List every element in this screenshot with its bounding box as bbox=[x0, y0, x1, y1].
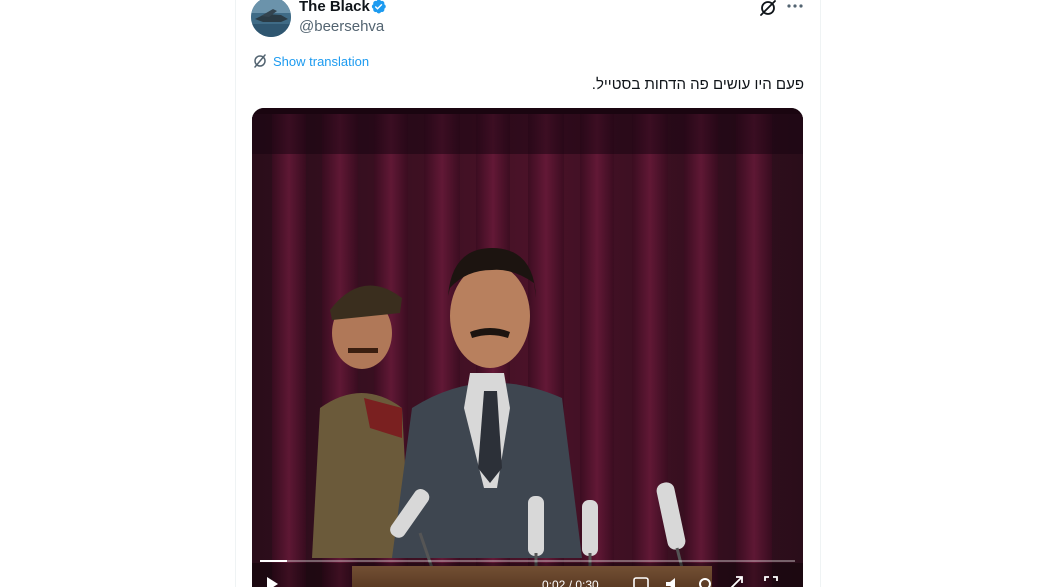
more-icon[interactable] bbox=[784, 0, 806, 18]
author-name[interactable]: The Black bbox=[299, 0, 370, 16]
tweet-page: The Black @beersehva Show translation פע… bbox=[0, 0, 1044, 587]
grok-icon[interactable] bbox=[757, 0, 779, 18]
video-player[interactable]: 0:02 / 0:30 bbox=[252, 108, 803, 587]
timeline-left-border bbox=[235, 0, 236, 587]
pip-icon[interactable] bbox=[728, 574, 746, 587]
video-time: 0:02 / 0:30 bbox=[542, 578, 599, 587]
avatar[interactable] bbox=[251, 0, 291, 37]
volume-icon[interactable] bbox=[664, 574, 682, 587]
timeline-right-border bbox=[820, 0, 821, 587]
translate-icon bbox=[254, 54, 266, 68]
settings-icon[interactable] bbox=[696, 574, 714, 587]
fullscreen-icon[interactable] bbox=[762, 574, 780, 587]
video-progress-bar[interactable] bbox=[260, 560, 795, 562]
tweet-text: פעם היו עושים פה הדחות בסטייל. bbox=[591, 76, 804, 93]
play-icon[interactable] bbox=[264, 574, 280, 587]
video-progress-fill bbox=[260, 560, 287, 562]
captions-icon[interactable] bbox=[632, 574, 650, 587]
avatar-image bbox=[251, 0, 291, 37]
video-controls: 0:02 / 0:30 bbox=[252, 574, 803, 587]
verified-badge-icon bbox=[371, 0, 386, 14]
show-translation-button[interactable]: Show translation bbox=[252, 52, 369, 70]
author-handle[interactable]: @beersehva bbox=[299, 18, 384, 36]
show-translation-label: Show translation bbox=[273, 53, 370, 69]
video-frame bbox=[252, 108, 803, 587]
